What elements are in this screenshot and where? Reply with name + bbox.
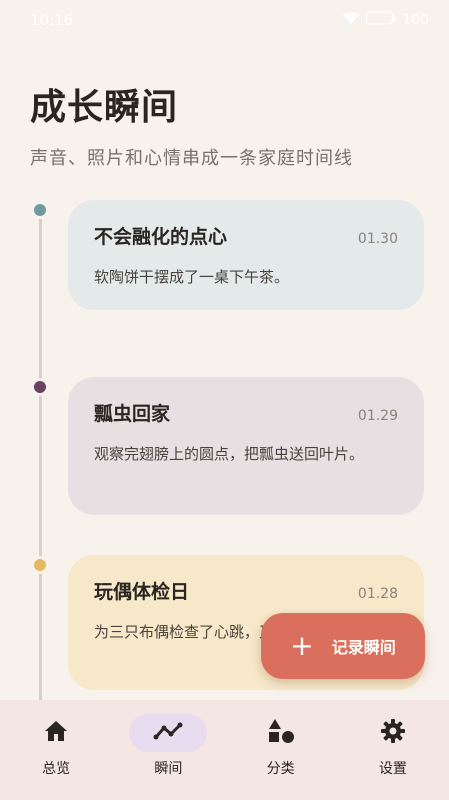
bottom-nav: 总览 瞬间 分类 设置 [0, 700, 449, 800]
battery-level: 100 [402, 12, 429, 28]
nav-label: 设置 [378, 761, 407, 777]
nav-icon-wrap [242, 714, 320, 752]
timeline-dot [31, 201, 49, 219]
moment-title: 玩偶体检日 [94, 581, 190, 603]
timeline-dot [31, 556, 49, 574]
plus-icon: + [290, 629, 314, 662]
page-title: 成长瞬间 [30, 87, 179, 128]
nav-label: 瞬间 [154, 761, 183, 777]
nav-item-moments[interactable]: 瞬间 [123, 714, 213, 778]
nav-item-settings[interactable]: 设置 [348, 714, 438, 778]
nav-icon-wrap [17, 714, 95, 752]
gear-icon [380, 718, 406, 748]
status-icons: 100 [342, 11, 429, 29]
moment-date: 01.28 [357, 586, 398, 602]
shapes-icon [267, 718, 295, 748]
page-subtitle: 声音、照片和心情串成一条家庭时间线 [30, 148, 353, 169]
status-time: 10:16 [30, 11, 74, 29]
nav-label: 总览 [42, 761, 71, 777]
record-moment-button[interactable]: + 记录瞬间 [261, 613, 425, 679]
nav-icon-wrap [129, 714, 208, 752]
trend-icon [153, 721, 183, 745]
timeline-dot [31, 378, 49, 396]
moment-date: 01.30 [357, 231, 398, 247]
moment-card[interactable]: 瓢虫回家 01.29 观察完翅膀上的圆点，把瓢虫送回叶片。 [68, 377, 424, 515]
moment-date: 01.29 [357, 408, 398, 424]
moment-title: 不会融化的点心 [94, 226, 228, 248]
moment-card[interactable]: 不会融化的点心 01.30 软陶饼干摆成了一桌下午茶。 [68, 200, 424, 310]
nav-item-categories[interactable]: 分类 [236, 714, 326, 778]
home-icon [43, 719, 69, 747]
moment-text: 软陶饼干摆成了一桌下午茶。 [94, 268, 290, 286]
wifi-icon [342, 11, 360, 29]
status-bar: 10:16 100 [0, 0, 449, 40]
nav-item-overview[interactable]: 总览 [11, 714, 101, 778]
battery-icon [366, 11, 396, 29]
timeline-line [39, 210, 42, 710]
moment-text: 观察完翅膀上的圆点，把瓢虫送回叶片。 [94, 445, 365, 463]
nav-icon-wrap [354, 714, 432, 752]
nav-label: 分类 [266, 761, 295, 777]
record-moment-label: 记录瞬间 [331, 638, 396, 657]
moment-title: 瓢虫回家 [94, 403, 171, 425]
